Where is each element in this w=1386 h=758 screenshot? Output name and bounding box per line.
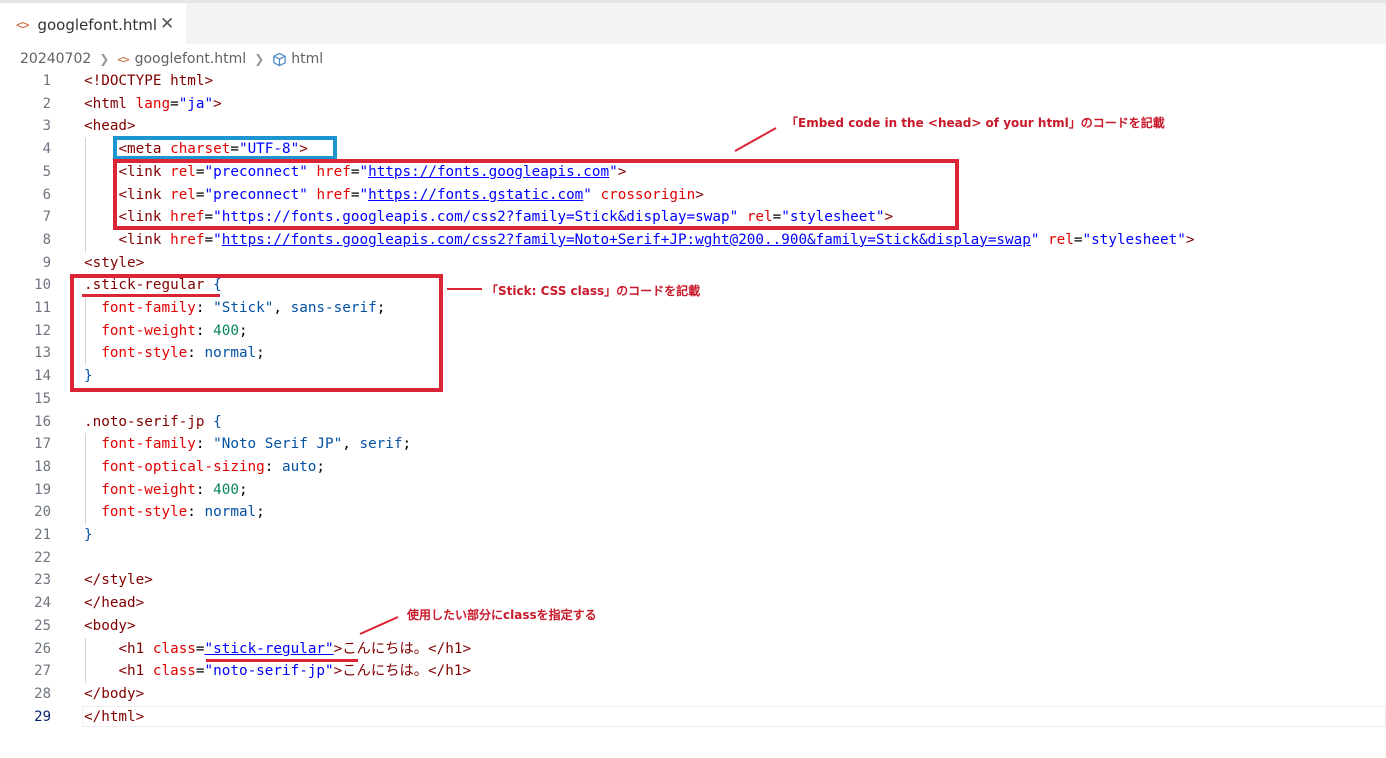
head-note-leader — [734, 127, 777, 152]
annotation-leader-lines — [359, 127, 777, 635]
head-embed-annotation: 「Embed code in the <head> of your html」の… — [786, 116, 1165, 130]
css-class-annotation: 「Stick: CSS class」のコードを記載 — [486, 284, 701, 298]
body-note-leader — [359, 616, 399, 635]
body-class-annotation: 使用したい部分にclassを指定する — [407, 608, 597, 622]
